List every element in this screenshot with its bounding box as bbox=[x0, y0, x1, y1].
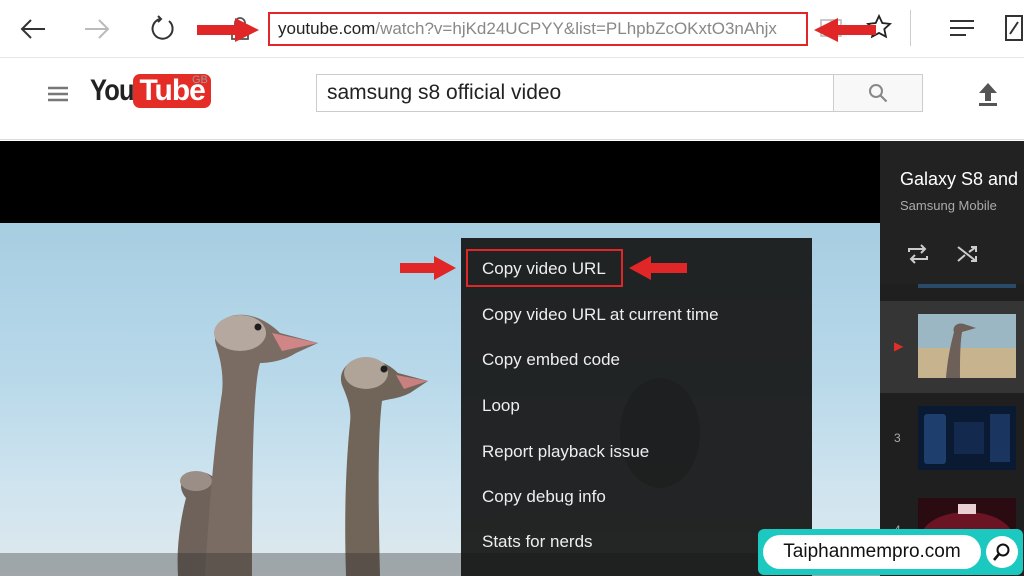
url-path: /watch?v=hjKd24UCPYY&list=PLhpbZcOKxtO3n… bbox=[375, 19, 777, 38]
annotation-arrow-right bbox=[197, 18, 259, 42]
refresh-icon bbox=[151, 15, 174, 40]
menu-item-report-playback-issue[interactable]: Report playback issue bbox=[461, 430, 812, 474]
annotation-arrow-left bbox=[814, 18, 876, 42]
note-icon[interactable] bbox=[1004, 14, 1024, 47]
playlist-panel: Galaxy S8 and Samsung Mobile ▶ 3 4 bbox=[880, 141, 1024, 576]
browser-toolbar: youtube.com/watch?v=hjKd24UCPYY&list=PLh… bbox=[0, 0, 1024, 58]
annotation-arrow-left bbox=[629, 256, 687, 280]
menu-item-loop[interactable]: Loop bbox=[461, 384, 812, 428]
toolbar-divider bbox=[910, 10, 911, 46]
watermark-text: Taiphanmempro.com bbox=[763, 535, 981, 569]
annotation-highlight-box bbox=[466, 249, 623, 287]
menu-item-copy-embed-code[interactable]: Copy embed code bbox=[461, 338, 812, 382]
region-label: GB bbox=[192, 74, 208, 86]
playlist-channel[interactable]: Samsung Mobile bbox=[900, 198, 997, 213]
repeat-icon[interactable] bbox=[906, 243, 930, 265]
annotation-arrow-right bbox=[400, 256, 456, 280]
shuffle-icon[interactable] bbox=[956, 243, 980, 265]
hub-icon[interactable] bbox=[948, 18, 976, 43]
url-host: youtube.com bbox=[278, 19, 376, 38]
playing-indicator: ▶ bbox=[894, 339, 904, 353]
upload-icon[interactable] bbox=[974, 80, 1002, 108]
menu-icon[interactable] bbox=[48, 86, 68, 102]
refresh-button[interactable] bbox=[144, 10, 182, 48]
search-icon bbox=[869, 84, 888, 103]
youtube-header: You Tube GB samsung s8 official video bbox=[0, 58, 1024, 140]
back-icon bbox=[20, 19, 45, 39]
search-input[interactable]: samsung s8 official video bbox=[316, 74, 834, 112]
search-button[interactable] bbox=[833, 74, 923, 112]
video-thumbnail bbox=[918, 406, 1016, 470]
watermark-badge: Taiphanmempro.com bbox=[758, 529, 1023, 575]
prev-thumbnail-edge bbox=[918, 284, 1016, 288]
context-menu: Copy video URL Copy video URL at current… bbox=[461, 238, 812, 576]
logo-you: You bbox=[90, 74, 135, 107]
watermark-search-icon bbox=[986, 536, 1018, 568]
playlist-index: 3 bbox=[894, 431, 901, 445]
back-button[interactable] bbox=[14, 10, 52, 48]
playlist-item[interactable]: 3 bbox=[880, 393, 1024, 485]
playlist-title[interactable]: Galaxy S8 and bbox=[900, 169, 1018, 190]
address-bar[interactable]: youtube.com/watch?v=hjKd24UCPYY&list=PLh… bbox=[268, 12, 808, 46]
playlist-item[interactable]: ▶ bbox=[880, 301, 1024, 393]
forward-icon bbox=[85, 19, 110, 39]
playlist-header: Galaxy S8 and Samsung Mobile bbox=[880, 141, 1024, 284]
screenshot: youtube.com/watch?v=hjKd24UCPYY&list=PLh… bbox=[0, 0, 1024, 576]
forward-button[interactable] bbox=[78, 10, 116, 48]
video-player[interactable]: Copy video URL Copy video URL at current… bbox=[0, 141, 880, 576]
video-thumbnail bbox=[918, 314, 1016, 378]
menu-item-copy-debug-info[interactable]: Copy debug info bbox=[461, 475, 812, 519]
menu-item-copy-url-at-time[interactable]: Copy video URL at current time bbox=[461, 293, 812, 337]
